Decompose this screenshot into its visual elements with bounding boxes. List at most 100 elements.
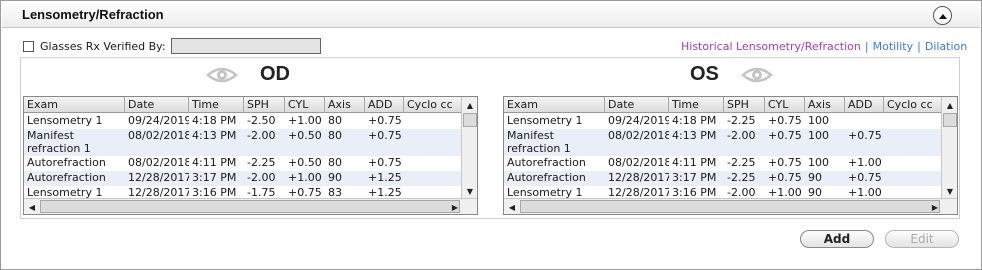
table-row[interactable]: Autorefraction 08/02/2018 4:11 PM -2.25 … [504, 156, 942, 171]
collapse-button[interactable] [933, 6, 952, 25]
sph-cell: -2.00 [247, 171, 276, 184]
cyl-cell: +0.75 [768, 129, 802, 142]
date-cell: 12/28/2017 [608, 171, 669, 184]
scroll-down-icon[interactable]: ▼ [942, 183, 957, 199]
sph-cell: -2.25 [727, 114, 756, 127]
cyclo-cell [404, 129, 462, 156]
sph-cell: -2.25 [727, 171, 756, 184]
date-cell: 08/02/2018 [128, 129, 189, 142]
table-row[interactable]: Manifest refraction 1 08/02/2018 4:13 PM… [24, 129, 462, 156]
column-header[interactable]: ADD [365, 97, 404, 113]
date-cell: 12/28/2017 [128, 171, 189, 184]
cyl-cell: +0.75 [768, 156, 802, 169]
date-cell: 09/24/2019 [128, 114, 189, 127]
time-cell: 4:18 PM [672, 114, 717, 127]
table-row[interactable]: Autorefraction 08/02/2018 4:11 PM -2.25 … [24, 156, 462, 171]
scroll-thumb[interactable] [463, 113, 477, 127]
axis-cell: 80 [328, 129, 342, 142]
column-header[interactable]: SPH [724, 97, 765, 113]
cyl-cell: +1.00 [288, 114, 322, 127]
glasses-verified-checkbox[interactable] [23, 40, 34, 52]
scroll-right-icon[interactable]: ▶ [447, 199, 463, 214]
scroll-thumb[interactable] [520, 200, 940, 213]
vertical-scrollbar[interactable]: ▲ ▼ [461, 97, 477, 199]
time-cell: 4:11 PM [672, 156, 717, 169]
cyclo-cell [404, 171, 462, 186]
od-grid[interactable]: Exam Date Time SPH CYL Axis ADD Cyclo cc… [23, 96, 478, 215]
os-grid[interactable]: Exam Date Time SPH CYL Axis ADD Cyclo cc… [503, 96, 958, 215]
cyl-cell: +1.00 [288, 171, 322, 184]
scroll-thumb[interactable] [943, 113, 957, 127]
column-header[interactable]: Cyclo cc [884, 97, 942, 113]
column-header[interactable]: Axis [325, 97, 365, 113]
exam-cell: Autorefraction [27, 156, 106, 169]
axis-cell: 90 [808, 171, 822, 184]
os-grid-header: Exam Date Time SPH CYL Axis ADD Cyclo cc [504, 97, 942, 113]
column-header[interactable]: Date [125, 97, 189, 113]
exam-cell: Autorefraction [507, 171, 586, 184]
exam-cell: Manifest refraction 1 [27, 129, 91, 155]
time-cell: 4:13 PM [192, 129, 237, 142]
os-grid-body: Lensometry 1 09/24/2019 4:18 PM -2.25 +0… [504, 114, 942, 199]
cyl-cell: +0.50 [288, 129, 322, 142]
scroll-left-icon[interactable]: ◀ [24, 199, 40, 214]
column-header[interactable]: Exam [24, 97, 125, 113]
horizontal-scrollbar[interactable]: ◀ ▶ [504, 198, 957, 214]
table-row[interactable]: Lensometry 1 09/24/2019 4:18 PM -2.25 +0… [504, 114, 942, 129]
verified-by-field[interactable] [170, 38, 321, 54]
time-cell: 4:11 PM [192, 156, 237, 169]
scroll-thumb[interactable] [40, 200, 460, 213]
od-label: OD [260, 63, 290, 85]
glasses-verify-row: Glasses Rx Verified By: [23, 38, 321, 54]
scroll-right-icon[interactable]: ▶ [927, 199, 943, 214]
add-cell: +1.25 [368, 171, 402, 184]
sph-cell: -2.00 [727, 129, 756, 142]
column-header[interactable]: CYL [765, 97, 805, 113]
vertical-scrollbar[interactable]: ▲ ▼ [941, 97, 957, 199]
column-header[interactable]: Exam [504, 97, 605, 113]
sph-cell: -2.25 [247, 156, 276, 169]
scroll-left-icon[interactable]: ◀ [504, 199, 520, 214]
related-links: Historical Lensometry/Refraction | Motilit… [681, 40, 967, 53]
column-header[interactable]: ADD [845, 97, 884, 113]
column-header[interactable]: Cyclo cc [404, 97, 462, 113]
scroll-up-icon[interactable]: ▲ [942, 97, 957, 113]
add-cell: +0.75 [848, 171, 882, 184]
add-button[interactable]: Add [800, 230, 874, 248]
add-cell [845, 114, 884, 129]
cyclo-cell [884, 171, 942, 186]
time-cell: 4:13 PM [672, 129, 717, 142]
motility-link[interactable]: Motility [873, 40, 914, 53]
horizontal-scrollbar[interactable]: ◀ ▶ [24, 198, 477, 214]
eye-icon [206, 67, 238, 83]
cyl-cell: +0.75 [768, 171, 802, 184]
exam-cell: Manifest refraction 1 [507, 129, 571, 155]
column-header[interactable]: CYL [285, 97, 325, 113]
time-cell: 3:17 PM [192, 171, 237, 184]
sph-cell: -2.25 [727, 156, 756, 169]
table-row[interactable]: Lensometry 1 09/24/2019 4:18 PM -2.50 +1… [24, 114, 462, 129]
column-header[interactable]: Axis [805, 97, 845, 113]
axis-cell: 100 [808, 156, 829, 169]
column-header[interactable]: Date [605, 97, 669, 113]
scroll-down-icon[interactable]: ▼ [462, 183, 477, 199]
column-header[interactable]: SPH [244, 97, 285, 113]
time-cell: 4:18 PM [192, 114, 237, 127]
cyclo-cell [404, 114, 462, 129]
date-cell: 08/02/2018 [608, 129, 669, 142]
add-cell: +0.75 [368, 114, 402, 127]
dilation-link[interactable]: Dilation [925, 40, 967, 53]
date-cell: 08/02/2018 [128, 156, 189, 169]
table-row[interactable]: Autorefraction 12/28/2017 3:17 PM -2.00 … [24, 171, 462, 186]
edit-button[interactable]: Edit [885, 230, 959, 248]
historical-lensometry-link[interactable]: Historical Lensometry/Refraction [681, 40, 861, 53]
add-cell: +1.00 [848, 156, 882, 169]
os-label: OS [690, 63, 719, 85]
link-separator: | [917, 40, 921, 53]
column-header[interactable]: Time [189, 97, 244, 113]
column-header[interactable]: Time [669, 97, 724, 113]
scroll-up-icon[interactable]: ▲ [462, 97, 477, 113]
table-row[interactable]: Manifest refraction 1 08/02/2018 4:13 PM… [504, 129, 942, 156]
table-row[interactable]: Autorefraction 12/28/2017 3:17 PM -2.25 … [504, 171, 942, 186]
axis-cell: 80 [328, 114, 342, 127]
